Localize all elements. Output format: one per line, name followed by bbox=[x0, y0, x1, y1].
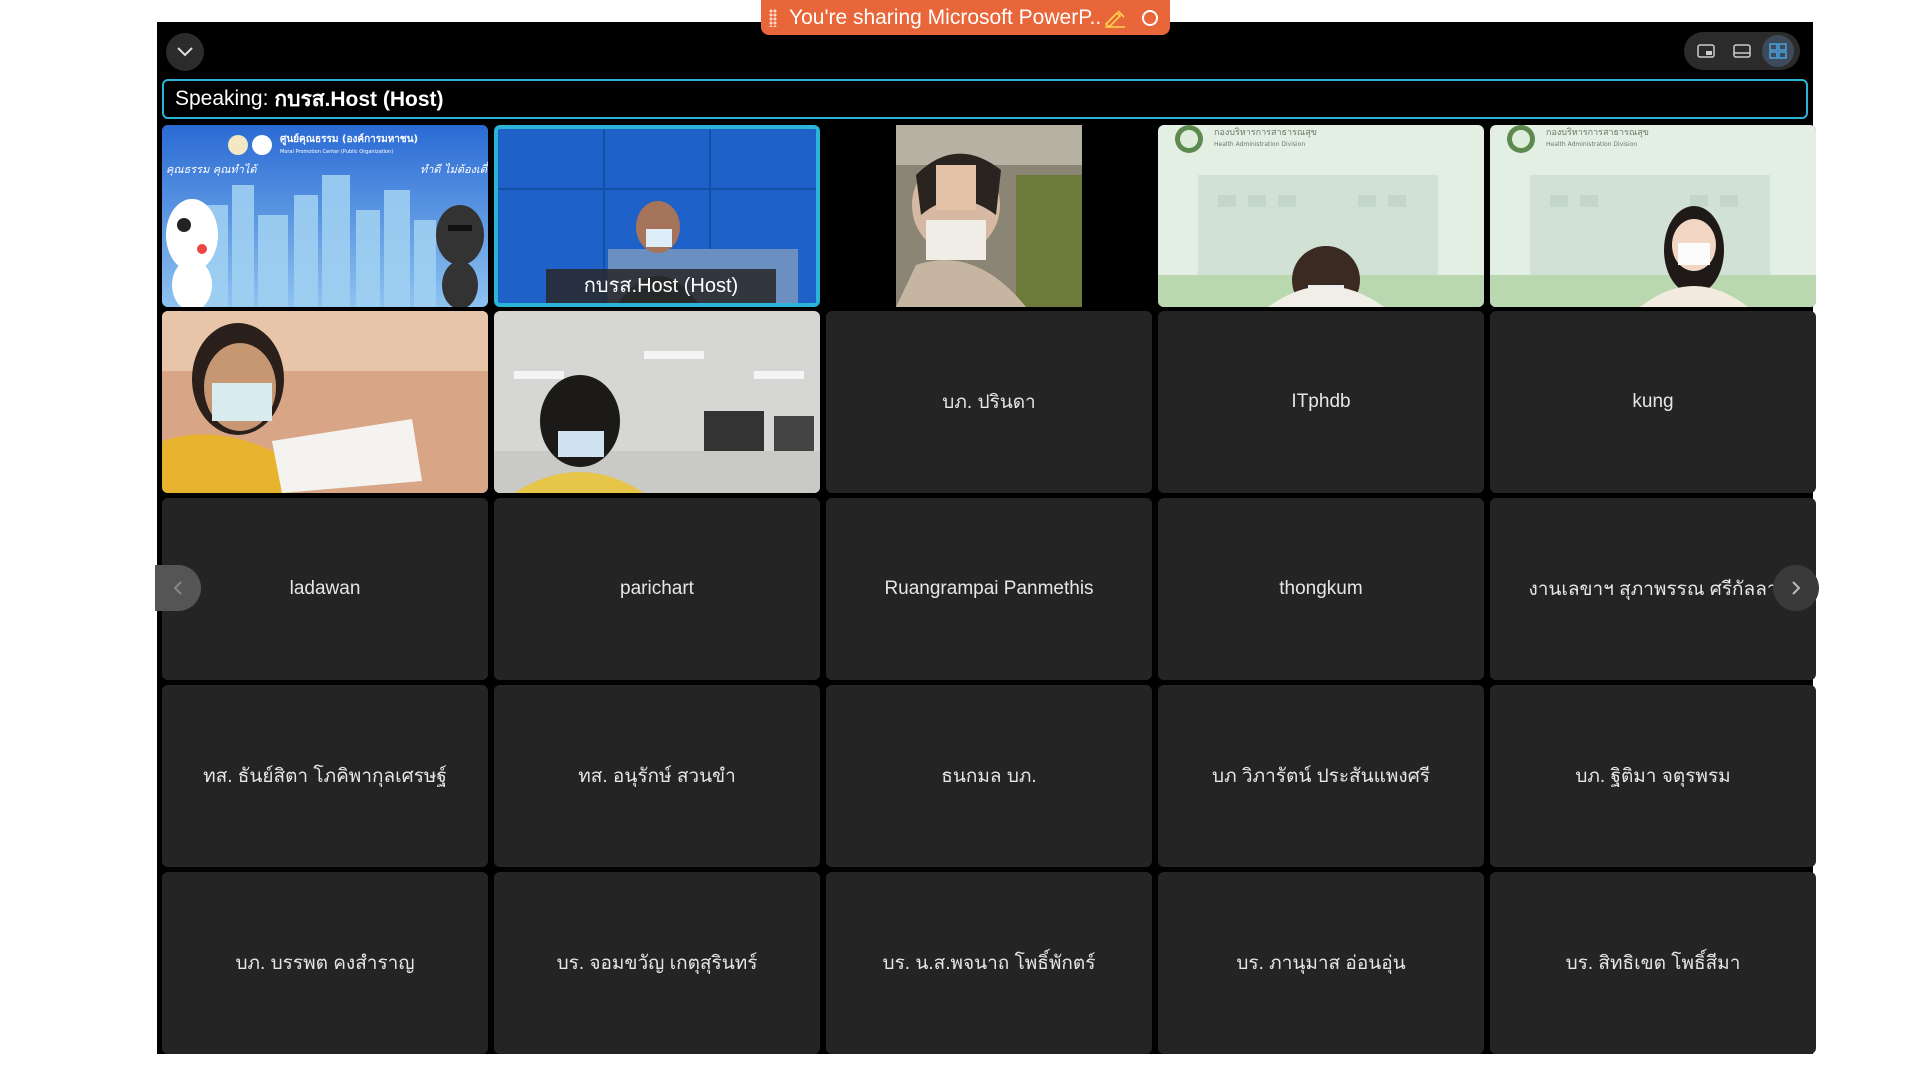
participant-name: บภ. ฐิติมา จตุรพรม bbox=[1575, 766, 1731, 787]
participant-tile-host[interactable]: กบรส.Host (Host) bbox=[494, 125, 820, 307]
layout-switcher bbox=[1684, 32, 1800, 70]
host-name-tag: กบรส.Host (Host) bbox=[546, 269, 776, 303]
speaking-name: กบรส.Host (Host) bbox=[274, 87, 444, 111]
participant-name: thongkum bbox=[1279, 578, 1363, 599]
gallery-view-button[interactable] bbox=[1762, 35, 1794, 67]
participant-name: kung bbox=[1632, 391, 1674, 412]
participant-tile-video-5[interactable]: กองบริหารการสาธารณสุข Health Administrat… bbox=[1490, 125, 1816, 307]
chevron-down-icon bbox=[177, 47, 193, 57]
logo-text: กองบริหารการสาธารณสุข bbox=[1214, 127, 1317, 138]
participant-name: ธนกมล บภ. bbox=[941, 766, 1037, 787]
participant-name: ladawan bbox=[289, 578, 361, 599]
sharing-text: You're sharing Microsoft PowerP... bbox=[789, 5, 1102, 29]
participant-video-icon bbox=[494, 311, 820, 493]
annotate-icon[interactable] bbox=[1102, 7, 1128, 29]
participant-tile[interactable]: ทส. ธันย์สิตา โภคิพากุลเศรษฐ์ bbox=[162, 685, 488, 867]
participant-name: ITphdb bbox=[1291, 391, 1351, 412]
sharing-banner[interactable]: You're sharing Microsoft PowerP... bbox=[761, 0, 1170, 35]
chevron-right-icon bbox=[1792, 581, 1801, 595]
participant-tile[interactable]: parichart bbox=[494, 498, 820, 680]
participant-tile[interactable]: บภ. ปรินดา bbox=[826, 311, 1152, 493]
participant-tile[interactable]: thongkum bbox=[1158, 498, 1484, 680]
grid-icon bbox=[1769, 43, 1787, 59]
participant-tile[interactable]: บร. สิทธิเขต โพธิ์สีมา bbox=[1490, 872, 1816, 1054]
participant-name: งานเลขาฯ สุภาพรรณ ศรีกัลลา bbox=[1528, 579, 1778, 600]
participant-name: บร. จอมขวัญ เกตุสุรินทร์ bbox=[556, 953, 758, 974]
participant-tile[interactable]: บภ. ฐิติมา จตุรพรม bbox=[1490, 685, 1816, 867]
participant-name: parichart bbox=[620, 578, 694, 599]
speaker-view-button[interactable] bbox=[1726, 35, 1758, 67]
logo-text: กองบริหารการสาธารณสุข bbox=[1546, 127, 1649, 138]
participant-tile[interactable]: บภ. บรรพต คงสำราญ bbox=[162, 872, 488, 1054]
previous-page-button[interactable] bbox=[155, 565, 201, 611]
participant-tile-poster[interactable]: ศูนย์คุณธรรม (องค์การมหาชน) Moral Promot… bbox=[162, 125, 488, 307]
drag-handle-icon[interactable] bbox=[769, 8, 777, 27]
participant-tile-video-4[interactable]: กองบริหารการสาธารณสุข Health Administrat… bbox=[1158, 125, 1484, 307]
floating-view-button[interactable] bbox=[1690, 35, 1722, 67]
participant-tile[interactable]: บภ วิภารัตน์ ประสันแพงศรี bbox=[1158, 685, 1484, 867]
logo-text-en: Health Administration Division bbox=[1214, 141, 1305, 148]
collapse-button[interactable] bbox=[166, 33, 204, 71]
speaker-layout-icon bbox=[1733, 44, 1751, 58]
participant-tile-video-6[interactable] bbox=[162, 311, 488, 493]
participant-name: ทส. อนุรักษ์ สวนขำ bbox=[578, 766, 736, 787]
participant-tile-video-3[interactable] bbox=[826, 125, 1152, 307]
speaking-label: Speaking: bbox=[175, 87, 269, 110]
participant-name: บร. สิทธิเขต โพธิ์สีมา bbox=[1565, 953, 1741, 974]
participant-tile[interactable]: บร. น.ส.พจนาถ โพธิ์พักตร์ bbox=[826, 872, 1152, 1054]
logo-text-en: Health Administration Division bbox=[1546, 141, 1637, 148]
poster-right-text: ทำดี ไม่ต้องเดี๋ยว bbox=[420, 160, 488, 176]
participant-video-icon: กองบริหารการสาธารณสุข Health Administrat… bbox=[1158, 125, 1484, 307]
picture-in-picture-icon bbox=[1697, 44, 1715, 58]
poster-video-icon: ศูนย์คุณธรรม (องค์การมหาชน) Moral Promot… bbox=[162, 125, 488, 307]
participant-name: Ruangrampai Panmethis bbox=[884, 578, 1094, 599]
stop-sharing-icon[interactable] bbox=[1142, 9, 1158, 26]
participant-tile[interactable]: ladawan bbox=[162, 498, 488, 680]
participant-tile[interactable]: ธนกมล บภ. bbox=[826, 685, 1152, 867]
participant-name: บภ วิภารัตน์ ประสันแพงศรี bbox=[1212, 766, 1430, 787]
participant-tile-video-7[interactable] bbox=[494, 311, 820, 493]
poster-left-text: คุณธรรม คุณทำได้ bbox=[166, 163, 259, 176]
participant-tile[interactable]: งานเลขาฯ สุภาพรรณ ศรีกัลลา bbox=[1490, 498, 1816, 680]
poster-org-en-text: Moral Promotion Center (Public Organizat… bbox=[280, 149, 393, 155]
participant-video-icon bbox=[162, 311, 488, 493]
next-page-button[interactable] bbox=[1773, 565, 1819, 611]
participant-tile[interactable]: ทส. อนุรักษ์ สวนขำ bbox=[494, 685, 820, 867]
participant-name: บภ. ปรินดา bbox=[942, 392, 1036, 413]
chevron-left-icon bbox=[173, 581, 182, 595]
participant-tile[interactable]: บร. ภานุมาส อ่อนอุ่น bbox=[1158, 872, 1484, 1054]
participant-video-icon bbox=[826, 125, 1152, 307]
participant-tile[interactable]: Ruangrampai Panmethis bbox=[826, 498, 1152, 680]
participant-name: บร. ภานุมาส อ่อนอุ่น bbox=[1236, 953, 1406, 974]
participant-name: บร. น.ส.พจนาถ โพธิ์พักตร์ bbox=[882, 953, 1096, 974]
speaking-indicator: Speaking: กบรส.Host (Host) bbox=[162, 79, 1808, 119]
participant-name: ทส. ธันย์สิตา โภคิพากุลเศรษฐ์ bbox=[203, 766, 447, 787]
participant-tile[interactable]: ITphdb bbox=[1158, 311, 1484, 493]
participant-tile[interactable]: kung bbox=[1490, 311, 1816, 493]
participant-name: บภ. บรรพต คงสำราญ bbox=[235, 953, 415, 974]
poster-org-text: ศูนย์คุณธรรม (องค์การมหาชน) bbox=[280, 133, 418, 146]
participant-video-icon: กองบริหารการสาธารณสุข Health Administrat… bbox=[1490, 125, 1816, 307]
participant-tile[interactable]: บร. จอมขวัญ เกตุสุรินทร์ bbox=[494, 872, 820, 1054]
